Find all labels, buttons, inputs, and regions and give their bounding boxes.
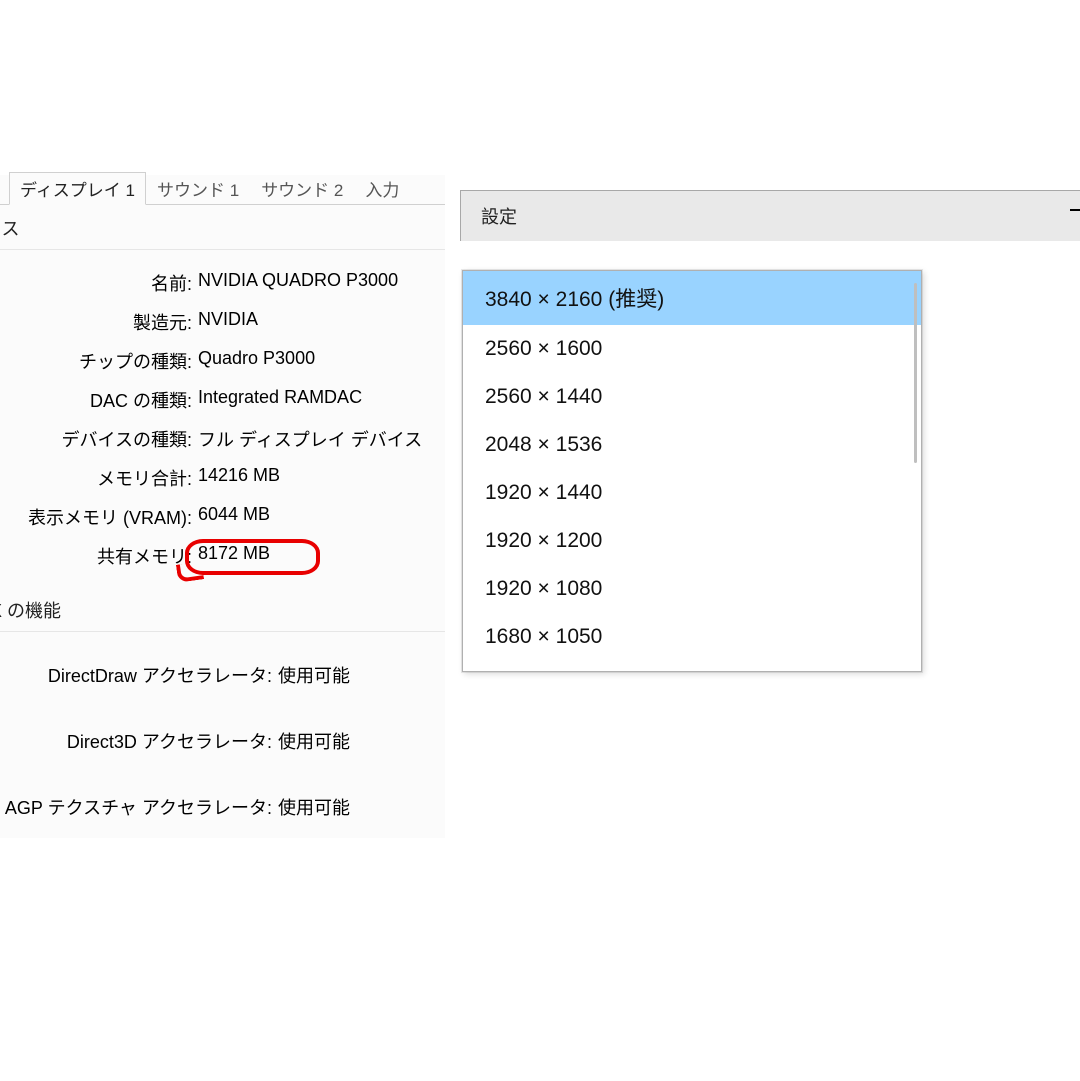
manufacturer-label: 製造元: (0, 309, 198, 335)
directdraw-value: 使用可能 (278, 662, 437, 688)
direct3d-value: 使用可能 (278, 728, 437, 754)
agp-label: AGP テクスチャ アクセラレータ: (0, 794, 278, 820)
chip-type-label: チップの種類: (0, 348, 198, 374)
directx-features: DirectDraw アクセラレータ: 使用可能 Direct3D アクセラレー… (0, 632, 445, 838)
dac-type-value: Integrated RAMDAC (198, 387, 437, 413)
chip-type-value: Quadro P3000 (198, 348, 437, 374)
resolution-option[interactable]: 2560 × 1440 (463, 373, 921, 421)
device-type-value: フル ディスプレイ デバイス (198, 426, 437, 452)
device-type-label: デバイスの種類: (0, 426, 198, 452)
resolution-option[interactable]: 2560 × 1600 (463, 325, 921, 373)
settings-titlebar: 設定 (461, 191, 1080, 241)
shared-memory-label: 共有メモリ: (0, 543, 198, 569)
resolution-option[interactable]: 1920 × 1080 (463, 565, 921, 613)
shared-memory-value: 8172 MB (198, 543, 437, 569)
dropdown-scrollbar[interactable] (914, 283, 917, 463)
settings-title: 設定 (481, 203, 517, 229)
resolution-option[interactable]: 3840 × 2160 (推奨) (463, 271, 921, 325)
resolution-option[interactable]: 2048 × 1536 (463, 421, 921, 469)
total-memory-value: 14216 MB (198, 465, 437, 491)
total-memory-label: メモリ合計: (0, 465, 198, 491)
minimize-icon[interactable] (1070, 209, 1080, 211)
dac-type-label: DAC の種類: (0, 387, 198, 413)
direct3d-label: Direct3D アクセラレータ: (0, 728, 278, 754)
tab-system[interactable]: ム (0, 172, 9, 204)
name-label: 名前: (0, 270, 198, 296)
agp-value: 使用可能 (278, 794, 437, 820)
resolution-dropdown[interactable]: 3840 × 2160 (推奨) 2560 × 1600 2560 × 1440… (462, 270, 922, 672)
vram-label: 表示メモリ (VRAM): (0, 504, 198, 530)
directdraw-label: DirectDraw アクセラレータ: (0, 662, 278, 688)
device-section-heading: バイス (0, 205, 445, 250)
directx-features-heading: ectX の機能 (0, 587, 445, 632)
tab-sound-1[interactable]: サウンド 1 (146, 172, 250, 204)
tab-display-1[interactable]: ディスプレイ 1 (9, 172, 146, 205)
manufacturer-value: NVIDIA (198, 309, 437, 335)
resolution-option[interactable]: 1920 × 1440 (463, 469, 921, 517)
vram-value: 6044 MB (198, 504, 437, 530)
device-properties: 名前: NVIDIA QUADRO P3000 製造元: NVIDIA チップの… (0, 250, 445, 587)
resolution-option[interactable]: 1680 × 1050 (463, 613, 921, 661)
name-value: NVIDIA QUADRO P3000 (198, 270, 437, 296)
dxdiag-tabs: ム ディスプレイ 1 サウンド 1 サウンド 2 入力 (0, 175, 445, 205)
tab-sound-2[interactable]: サウンド 2 (250, 172, 354, 204)
tab-input[interactable]: 入力 (354, 172, 410, 204)
settings-window: 設定 (460, 190, 1080, 241)
dxdiag-panel: ム ディスプレイ 1 サウンド 1 サウンド 2 入力 バイス 名前: NVID… (0, 175, 445, 838)
resolution-option[interactable]: 1920 × 1200 (463, 517, 921, 565)
